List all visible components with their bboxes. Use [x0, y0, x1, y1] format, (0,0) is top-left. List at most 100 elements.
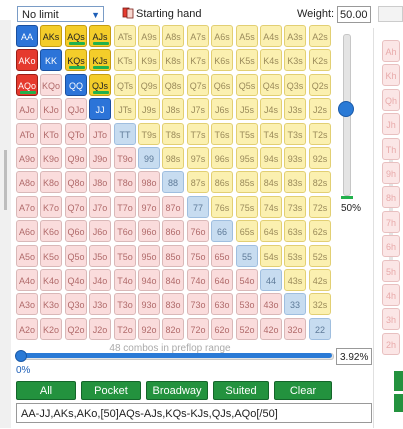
hand-cell-76s[interactable]: 76s [211, 196, 233, 218]
hand-cell-q3o[interactable]: Q3o [65, 293, 87, 315]
hand-cell-44[interactable]: 44 [260, 269, 282, 291]
hand-cell-t4o[interactable]: T4o [114, 269, 136, 291]
hand-cell-88[interactable]: 88 [162, 171, 184, 193]
hand-cell-j4s[interactable]: J4s [260, 98, 282, 120]
hand-cell-a9o[interactable]: A9o [16, 147, 38, 169]
hand-cell-q4o[interactable]: Q4o [65, 269, 87, 291]
right-card-8h[interactable]: 8h [382, 186, 400, 208]
hand-cell-84s[interactable]: 84s [260, 171, 282, 193]
right-card-qh[interactable]: Qh [382, 89, 400, 111]
weight-slider-thumb[interactable] [338, 101, 354, 117]
hand-cell-kqs[interactable]: KQs [65, 49, 87, 71]
hand-cell-73s[interactable]: 73s [284, 196, 306, 218]
hand-cell-97s[interactable]: 97s [187, 147, 209, 169]
hand-cell-j7s[interactable]: J7s [187, 98, 209, 120]
limit-select[interactable]: No limit ▼ [17, 6, 104, 22]
right-card-ah[interactable]: Ah [382, 40, 400, 62]
hand-cell-84o[interactable]: 84o [162, 269, 184, 291]
hand-cell-j8s[interactable]: J8s [162, 98, 184, 120]
hand-cell-k7o[interactable]: K7o [40, 196, 62, 218]
hand-cell-98s[interactable]: 98s [162, 147, 184, 169]
hand-cell-a6s[interactable]: A6s [211, 25, 233, 47]
range-text-field[interactable]: AA-JJ,AKs,AKo,[50]AQs-AJs,KQs-KJs,QJs,AQ… [16, 403, 372, 423]
hand-cell-ajo[interactable]: AJo [16, 98, 38, 120]
hand-cell-85s[interactable]: 85s [236, 171, 258, 193]
hand-cell-q2o[interactable]: Q2o [65, 318, 87, 340]
hand-cell-72o[interactable]: 72o [187, 318, 209, 340]
hand-cell-t5o[interactable]: T5o [114, 245, 136, 267]
right-card-2h[interactable]: 2h [382, 333, 400, 355]
hand-cell-q5o[interactable]: Q5o [65, 245, 87, 267]
hand-cell-97o[interactable]: 97o [138, 196, 160, 218]
hand-cell-tt[interactable]: TT [114, 123, 136, 145]
hand-cell-q6s[interactable]: Q6s [211, 74, 233, 96]
hand-cell-64o[interactable]: 64o [211, 269, 233, 291]
hand-cell-t9s[interactable]: T9s [138, 123, 160, 145]
hand-cell-kjo[interactable]: KJo [40, 98, 62, 120]
clear-button[interactable]: Clear [274, 381, 332, 400]
hand-cell-86s[interactable]: 86s [211, 171, 233, 193]
hand-cell-k2o[interactable]: K2o [40, 318, 62, 340]
hand-cell-a7o[interactable]: A7o [16, 196, 38, 218]
hand-cell-73o[interactable]: 73o [187, 293, 209, 315]
hand-cell-q2s[interactable]: Q2s [309, 74, 331, 96]
hand-cell-k7s[interactable]: K7s [187, 49, 209, 71]
hand-cell-96s[interactable]: 96s [211, 147, 233, 169]
hand-cell-k5o[interactable]: K5o [40, 245, 62, 267]
right-card-5h[interactable]: 5h [382, 260, 400, 282]
right-card-kh[interactable]: Kh [382, 64, 400, 86]
right-card-6h[interactable]: 6h [382, 235, 400, 257]
pocket-button[interactable]: Pocket [81, 381, 141, 400]
hand-cell-k4s[interactable]: K4s [260, 49, 282, 71]
hand-cell-t7s[interactable]: T7s [187, 123, 209, 145]
hand-cell-k4o[interactable]: K4o [40, 269, 62, 291]
hand-cell-a3o[interactable]: A3o [16, 293, 38, 315]
hand-cell-76o[interactable]: 76o [187, 220, 209, 242]
hand-cell-98o[interactable]: 98o [138, 171, 160, 193]
hand-cell-77[interactable]: 77 [187, 196, 209, 218]
hand-cell-53s[interactable]: 53s [284, 245, 306, 267]
hand-cell-54s[interactable]: 54s [260, 245, 282, 267]
hand-cell-93s[interactable]: 93s [284, 147, 306, 169]
hand-cell-j2o[interactable]: J2o [89, 318, 111, 340]
hand-cell-k8o[interactable]: K8o [40, 171, 62, 193]
hand-cell-64s[interactable]: 64s [260, 220, 282, 242]
hand-cell-95s[interactable]: 95s [236, 147, 258, 169]
hand-cell-q8s[interactable]: Q8s [162, 74, 184, 96]
hand-cell-k6o[interactable]: K6o [40, 220, 62, 242]
hand-cell-a3s[interactable]: A3s [284, 25, 306, 47]
hand-cell-j4o[interactable]: J4o [89, 269, 111, 291]
hand-cell-93o[interactable]: 93o [138, 293, 160, 315]
hand-cell-99[interactable]: 99 [138, 147, 160, 169]
hand-cell-65o[interactable]: 65o [211, 245, 233, 267]
hand-cell-32o[interactable]: 32o [284, 318, 306, 340]
hand-cell-q5s[interactable]: Q5s [236, 74, 258, 96]
hand-cell-a8o[interactable]: A8o [16, 171, 38, 193]
hand-cell-q6o[interactable]: Q6o [65, 220, 87, 242]
hand-cell-j6s[interactable]: J6s [211, 98, 233, 120]
hand-cell-92s[interactable]: 92s [309, 147, 331, 169]
hand-cell-j8o[interactable]: J8o [89, 171, 111, 193]
hand-cell-qto[interactable]: QTo [65, 123, 87, 145]
hand-cell-j3o[interactable]: J3o [89, 293, 111, 315]
hand-cell-a4o[interactable]: A4o [16, 269, 38, 291]
hand-cell-kk[interactable]: KK [40, 49, 62, 71]
hand-cell-a2o[interactable]: A2o [16, 318, 38, 340]
hand-cell-ajs[interactable]: AJs [89, 25, 111, 47]
hand-cell-42s[interactable]: 42s [309, 269, 331, 291]
hand-cell-aa[interactable]: AA [16, 25, 38, 47]
hand-cell-aks[interactable]: AKs [40, 25, 62, 47]
range-slider-thumb[interactable] [15, 350, 27, 362]
hand-cell-a9s[interactable]: A9s [138, 25, 160, 47]
hand-cell-k5s[interactable]: K5s [236, 49, 258, 71]
hand-cell-65s[interactable]: 65s [236, 220, 258, 242]
hand-cell-82o[interactable]: 82o [162, 318, 184, 340]
hand-cell-ako[interactable]: AKo [16, 49, 38, 71]
left-scrollbar-thumb[interactable] [4, 150, 7, 210]
hand-cell-k9o[interactable]: K9o [40, 147, 62, 169]
hand-cell-j9o[interactable]: J9o [89, 147, 111, 169]
hand-cell-86o[interactable]: 86o [162, 220, 184, 242]
hand-cell-43o[interactable]: 43o [260, 293, 282, 315]
hand-cell-85o[interactable]: 85o [162, 245, 184, 267]
hand-cell-62s[interactable]: 62s [309, 220, 331, 242]
